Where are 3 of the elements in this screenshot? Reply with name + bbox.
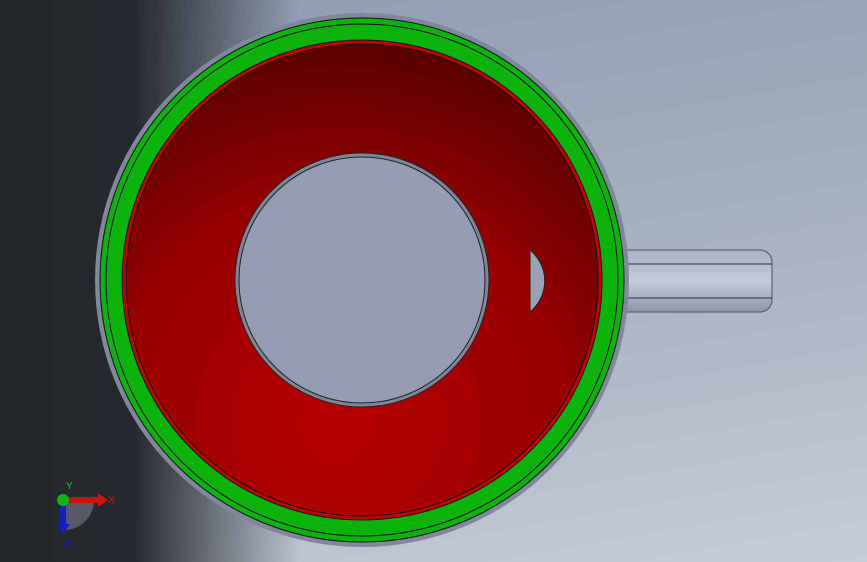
axis-label: Z — [64, 540, 70, 550]
axis-label: X — [108, 496, 115, 506]
axis-label: Y — [66, 482, 73, 492]
